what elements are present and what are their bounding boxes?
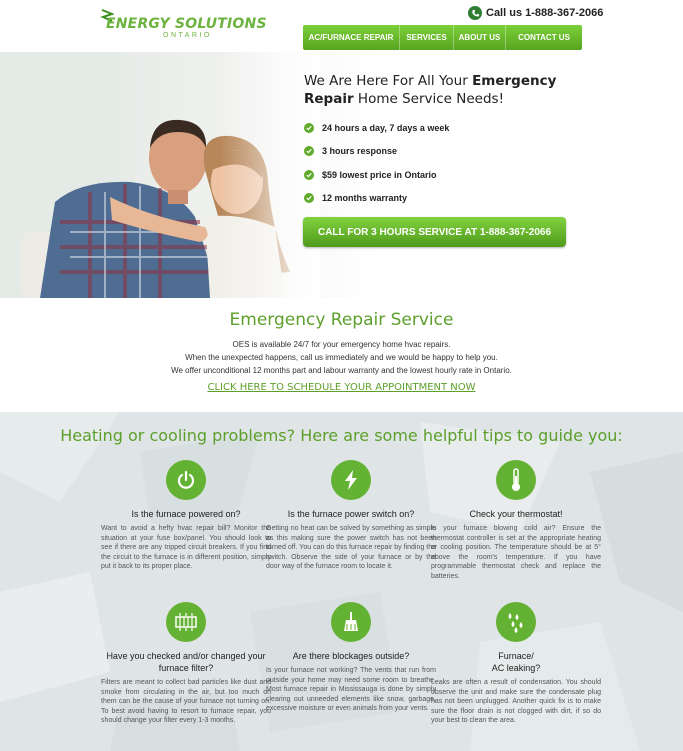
checkmark-icon	[304, 193, 314, 204]
emergency-title: Emergency Repair Service	[229, 310, 454, 330]
tip-body: Leaks are often a result of condensation…	[431, 679, 601, 725]
tip-title: Furnace/ AC leaking?	[491, 651, 541, 673]
logo-title: ENERGY SOLUTIONS	[106, 16, 267, 32]
tip-body: Want to avoid a hefty hvac repair bill? …	[101, 525, 271, 571]
tip-card: Furnace/ AC leaking? Leaks are often a r…	[431, 602, 601, 726]
tip-card: Is the furnace power switch on? Getting …	[266, 460, 436, 572]
checkmark-icon	[304, 122, 314, 133]
feature-item: $59 lowest price in Ontario	[304, 163, 604, 187]
tip-title: Have you checked and/or changed your fur…	[106, 651, 266, 673]
tips-title: Heating or cooling problems? Here are so…	[60, 426, 623, 445]
feature-item: 3 hours response	[304, 140, 604, 164]
emergency-description: OES is available 24/7 for your emergency…	[0, 338, 683, 377]
tip-title: Are there blockages outside?	[292, 651, 410, 661]
power-icon	[166, 460, 206, 500]
tip-body: Is your furnace not working? The vents t…	[266, 667, 436, 713]
water-drops-icon	[496, 602, 536, 642]
nav-ac-furnace-repair[interactable]: AC/FURNACE REPAIR	[303, 25, 400, 50]
broom-icon	[331, 602, 371, 642]
emergency-line: OES is available 24/7 for your emergency…	[232, 340, 451, 349]
header-phone-text: Call us 1-888-367-2066	[486, 7, 604, 19]
tips-section: Heating or cooling problems? Here are so…	[0, 412, 683, 751]
filter-icon	[166, 602, 206, 642]
call-cta-button[interactable]: CALL FOR 3 HOURS SERVICE AT 1-888-367-20…	[303, 217, 566, 247]
lightning-icon	[331, 460, 371, 500]
feature-text: 3 hours response	[322, 146, 398, 157]
hero-heading: We Are Here For All Your Emergency Repai…	[304, 72, 574, 108]
thermometer-icon	[496, 460, 536, 500]
tip-card: Have you checked and/or changed your fur…	[101, 602, 271, 726]
tip-body: Is your furnace blowing cold air? Ensure…	[431, 525, 601, 580]
logo[interactable]: ENERGY SOLUTIONS ONTARIO	[100, 8, 267, 40]
feature-text: 24 hours a day, 7 days a week	[322, 122, 450, 133]
hero-heading-pre: We Are Here For All Your	[304, 73, 473, 89]
feature-text: $59 lowest price in Ontario	[322, 169, 437, 180]
tip-card: Is the furnace powered on? Want to avoid…	[101, 460, 271, 572]
tip-card: Check your thermostat! Is your furnace b…	[431, 460, 601, 582]
schedule-appointment-link[interactable]: CLICK HERE TO SCHEDULE YOUR APPOINTMENT …	[203, 382, 480, 393]
tip-body: Filters are meant to collect bad particl…	[101, 679, 271, 725]
phone-icon	[468, 6, 482, 20]
emergency-line: We offer unconditional 12 months part an…	[171, 366, 512, 375]
emergency-line: When the unexpected happens, call us imm…	[185, 353, 498, 362]
nav-contact-us[interactable]: CONTACT US	[506, 25, 582, 50]
feature-item: 24 hours a day, 7 days a week	[304, 116, 604, 140]
hero-section: We Are Here For All Your Emergency Repai…	[0, 52, 683, 298]
feature-item: 12 months warranty	[304, 187, 604, 211]
nav-services[interactable]: SERVICES	[400, 25, 454, 50]
site-header: ENERGY SOLUTIONS ONTARIO Call us 1-888-3…	[0, 0, 683, 52]
tip-card: Are there blockages outside? Is your fur…	[266, 602, 436, 714]
tip-title: Check your thermostat!	[469, 509, 563, 519]
header-phone[interactable]: Call us 1-888-367-2066	[468, 5, 603, 21]
feature-list: 24 hours a day, 7 days a week 3 hours re…	[304, 116, 604, 210]
checkmark-icon	[304, 146, 314, 157]
tip-body: Getting no heat can be solved by somethi…	[266, 525, 436, 571]
feature-text: 12 months warranty	[322, 193, 408, 204]
main-nav: AC/FURNACE REPAIR SERVICES ABOUT US CONT…	[303, 25, 582, 50]
emergency-section: Emergency Repair Service OES is availabl…	[0, 298, 683, 412]
nav-about-us[interactable]: ABOUT US	[454, 25, 506, 50]
hero-heading-post: Home Service Needs!	[353, 91, 504, 107]
logo-subtitle: ONTARIO	[163, 32, 212, 39]
tip-title: Is the furnace powered on?	[131, 509, 241, 519]
checkmark-icon	[304, 169, 314, 180]
tip-title: Is the furnace power switch on?	[287, 509, 415, 519]
